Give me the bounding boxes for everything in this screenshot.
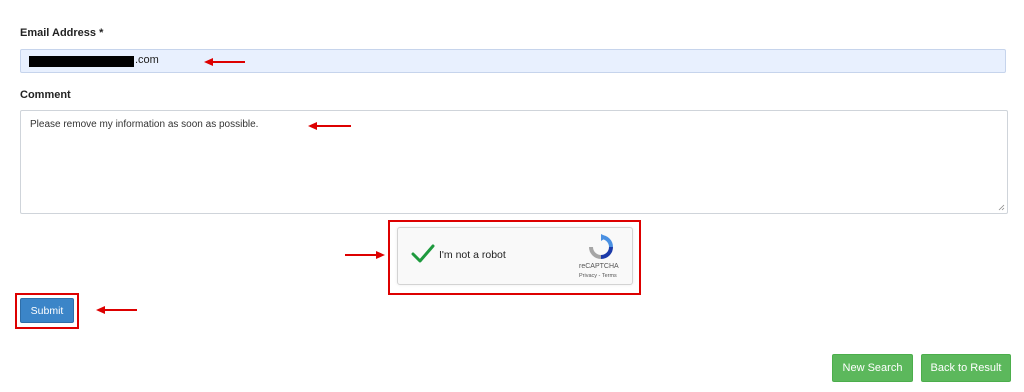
email-label: Email Address * xyxy=(20,27,104,39)
redaction-bar xyxy=(29,56,134,67)
comment-label: Comment xyxy=(20,89,71,101)
back-to-result-button[interactable]: Back to Result xyxy=(921,354,1011,382)
captcha-label: I'm not a robot xyxy=(439,249,506,261)
recaptcha-logo-icon xyxy=(589,234,613,259)
annotation-arrow-submit xyxy=(96,306,137,314)
annotation-arrow-comment xyxy=(308,122,351,130)
new-search-button[interactable]: New Search xyxy=(832,354,913,382)
recaptcha-widget[interactable]: I'm not a robot reCAPTCHA Privacy - Term… xyxy=(397,227,633,285)
recaptcha-privacy-terms-link[interactable]: Privacy - Terms xyxy=(579,273,617,279)
comment-value: Please remove my information as soon as … xyxy=(30,119,259,130)
resize-grip-icon[interactable] xyxy=(998,204,1005,211)
checkmark-icon[interactable] xyxy=(411,244,435,264)
annotation-arrow-email xyxy=(204,58,245,66)
annotation-arrow-captcha xyxy=(345,251,385,259)
email-field[interactable]: .com xyxy=(20,49,1006,73)
comment-textarea[interactable]: Please remove my information as soon as … xyxy=(20,110,1008,214)
recaptcha-brand: reCAPTCHA xyxy=(579,263,619,270)
email-value-suffix: .com xyxy=(135,54,159,66)
submit-button[interactable]: Submit xyxy=(20,298,74,323)
